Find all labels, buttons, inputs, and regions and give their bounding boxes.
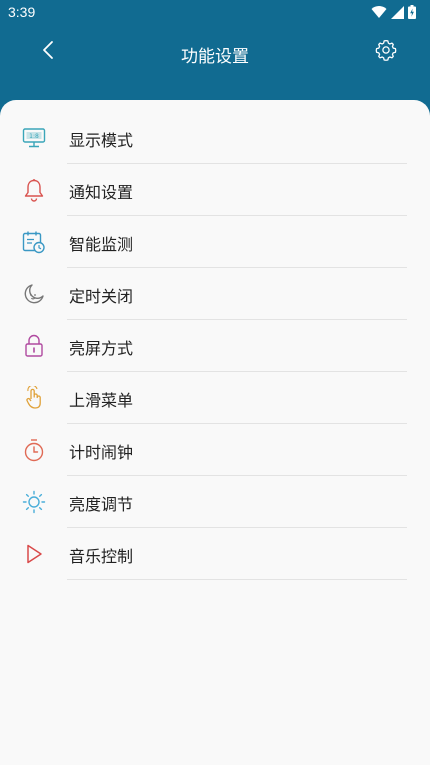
menu-item-smart-monitor[interactable]: 智能监测 <box>0 216 430 268</box>
menu-label: 计时闹钟 <box>69 443 134 462</box>
menu-label: 音乐控制 <box>69 547 134 566</box>
menu-item-display-mode[interactable]: 1:8 显示模式 <box>0 112 430 164</box>
menu-item-swipe-menu[interactable]: 上滑菜单 <box>0 372 430 424</box>
menu-item-timer-alarm[interactable]: 计时闹钟 <box>0 424 430 476</box>
hand-swipe-icon <box>22 386 46 410</box>
menu-label: 亮度调节 <box>69 495 134 514</box>
settings-button[interactable] <box>372 38 400 66</box>
settings-card: 1:8 显示模式 通知设置 智能监测 定时关闭 亮屏方式 上滑菜单 计时闹钟 亮… <box>0 100 430 765</box>
status-icons <box>371 4 416 20</box>
menu-item-timed-off[interactable]: 定时关闭 <box>0 268 430 320</box>
play-icon <box>22 542 46 566</box>
menu-label: 显示模式 <box>69 131 134 150</box>
menu-label: 智能监测 <box>69 235 134 254</box>
battery-icon <box>408 5 416 19</box>
calendar-clock-icon <box>22 230 46 254</box>
display-mode-icon: 1:8 <box>22 126 46 150</box>
sun-icon <box>22 490 46 514</box>
menu-item-notification[interactable]: 通知设置 <box>0 164 430 216</box>
gear-icon <box>375 39 397 65</box>
timer-icon <box>22 438 46 462</box>
lock-icon <box>22 334 46 358</box>
settings-menu-list: 1:8 显示模式 通知设置 智能监测 定时关闭 亮屏方式 上滑菜单 计时闹钟 亮… <box>0 112 430 580</box>
menu-item-music-control[interactable]: 音乐控制 <box>0 528 430 580</box>
divider <box>67 579 407 580</box>
app-bar: 功能设置 <box>0 24 430 80</box>
menu-label: 通知设置 <box>69 183 134 202</box>
status-bar: 3:39 <box>0 0 430 24</box>
svg-text:1:8: 1:8 <box>29 133 39 140</box>
menu-label: 定时关闭 <box>69 287 134 306</box>
moon-icon <box>22 282 46 306</box>
page-title: 功能设置 <box>181 47 249 67</box>
bell-icon <box>22 178 46 202</box>
wifi-icon <box>371 5 387 19</box>
menu-item-wake-screen[interactable]: 亮屏方式 <box>0 320 430 372</box>
signal-icon <box>391 5 404 19</box>
menu-item-brightness[interactable]: 亮度调节 <box>0 476 430 528</box>
menu-label: 亮屏方式 <box>69 339 134 358</box>
status-time: 3:39 <box>8 4 36 20</box>
menu-label: 上滑菜单 <box>69 391 134 410</box>
